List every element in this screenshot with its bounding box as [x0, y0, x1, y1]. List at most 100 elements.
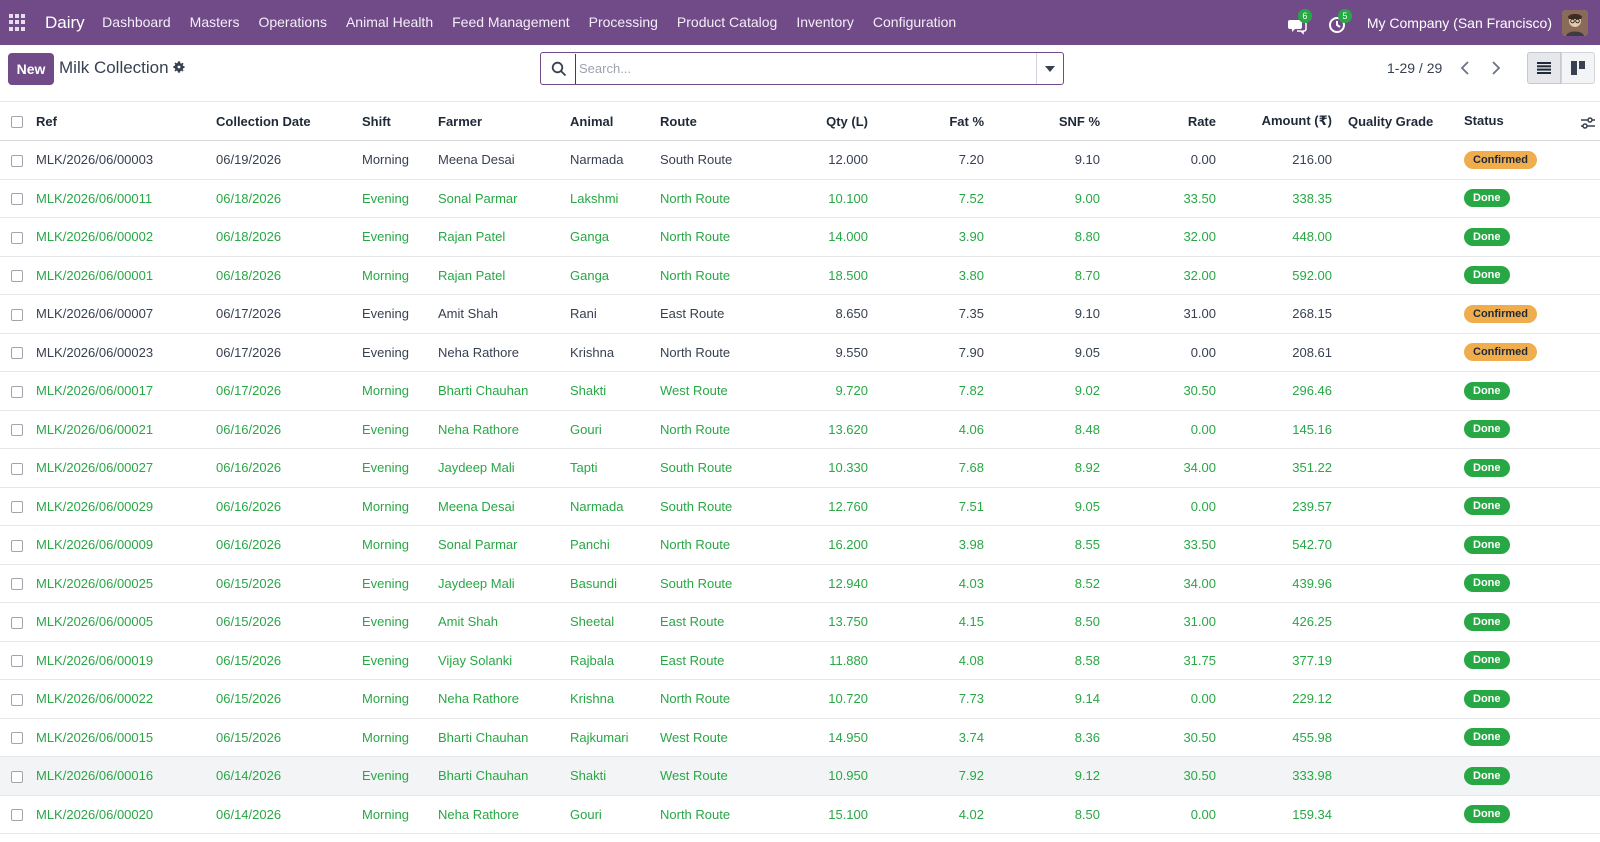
activities-button[interactable]: 5 — [1327, 8, 1352, 34]
app-brand[interactable]: Dairy — [45, 13, 85, 33]
farmer-cell[interactable]: Meena Desai — [430, 487, 562, 526]
snf-cell[interactable]: 9.10 — [992, 141, 1108, 180]
rate-cell[interactable]: 32.00 — [1108, 218, 1224, 257]
animal-cell[interactable]: Narmada — [562, 487, 652, 526]
quality-grade-cell[interactable] — [1340, 564, 1456, 603]
collection-date-cell[interactable]: 06/16/2026 — [208, 526, 354, 565]
menu-item-inventory[interactable]: Inventory — [787, 0, 864, 45]
farmer-cell[interactable]: Neha Rathore — [430, 410, 562, 449]
row-select-cell[interactable] — [0, 564, 28, 603]
rate-cell[interactable]: 0.00 — [1108, 487, 1224, 526]
rate-cell[interactable]: 31.75 — [1108, 641, 1224, 680]
animal-cell[interactable]: Gouri — [562, 410, 652, 449]
table-row[interactable]: MLK/2026/06/00016 06/14/2026 Evening Bharti… — [0, 756, 1600, 796]
quality-grade-cell[interactable] — [1340, 256, 1456, 295]
row-checkbox[interactable] — [11, 308, 23, 321]
animal-cell[interactable]: Rani — [562, 295, 652, 334]
animal-cell[interactable]: Ganga — [562, 218, 652, 257]
row-checkbox[interactable] — [11, 578, 23, 591]
table-row[interactable]: MLK/2026/06/00001 06/18/2026 Morning Rajan … — [0, 256, 1600, 295]
farmer-cell[interactable]: Bharti Chauhan — [430, 757, 562, 796]
quality-grade-cell[interactable] — [1340, 680, 1456, 719]
fat-cell[interactable]: 7.92 — [876, 757, 992, 796]
quality-grade-cell[interactable] — [1340, 410, 1456, 449]
table-row[interactable]: MLK/2026/06/00002 06/18/2026 Evening Rajan … — [0, 218, 1600, 257]
column-header-snf[interactable]: SNF % — [992, 102, 1108, 141]
animal-cell[interactable]: Sheetal — [562, 603, 652, 642]
ref-cell[interactable]: MLK/2026/06/00027 — [28, 449, 208, 488]
pager-next-button[interactable] — [1483, 53, 1509, 83]
rate-cell[interactable]: 30.50 — [1108, 718, 1224, 757]
animal-cell[interactable]: Panchi — [562, 526, 652, 565]
shift-cell[interactable]: Evening — [354, 179, 430, 218]
quality-grade-cell[interactable] — [1340, 795, 1456, 834]
menu-item-product-catalog[interactable]: Product Catalog — [667, 0, 786, 45]
quality-grade-cell[interactable] — [1340, 603, 1456, 642]
qty-cell[interactable]: 8.650 — [752, 295, 876, 334]
qty-cell[interactable]: 12.940 — [752, 564, 876, 603]
rate-cell[interactable]: 33.50 — [1108, 526, 1224, 565]
farmer-cell[interactable]: Jaydeep Mali — [430, 449, 562, 488]
new-button[interactable]: New — [8, 53, 54, 85]
row-select-cell[interactable] — [0, 641, 28, 680]
qty-cell[interactable]: 16.200 — [752, 526, 876, 565]
ref-cell[interactable]: MLK/2026/06/00005 — [28, 603, 208, 642]
amount-cell[interactable]: 377.19 — [1224, 641, 1340, 680]
snf-cell[interactable]: 8.50 — [992, 603, 1108, 642]
kanban-view-button[interactable] — [1561, 52, 1595, 84]
animal-cell[interactable]: Shakti — [562, 372, 652, 411]
status-cell[interactable]: Done — [1456, 680, 1590, 719]
amount-cell[interactable]: 159.34 — [1224, 795, 1340, 834]
table-row[interactable]: MLK/2026/06/00019 06/15/2026 Evening Vijay … — [0, 641, 1600, 680]
table-row[interactable]: MLK/2026/06/00015 06/15/2026 Morning Bharti… — [0, 718, 1600, 757]
rate-cell[interactable]: 0.00 — [1108, 333, 1224, 372]
farmer-cell[interactable]: Bharti Chauhan — [430, 372, 562, 411]
quality-grade-cell[interactable] — [1340, 526, 1456, 565]
table-row[interactable]: MLK/2026/06/00011 06/18/2026 Evening Sonal … — [0, 179, 1600, 218]
shift-cell[interactable]: Evening — [354, 564, 430, 603]
fat-cell[interactable]: 7.20 — [876, 141, 992, 180]
quality-grade-cell[interactable] — [1340, 487, 1456, 526]
ref-cell[interactable]: MLK/2026/06/00003 — [28, 141, 208, 180]
shift-cell[interactable]: Morning — [354, 256, 430, 295]
amount-cell[interactable]: 145.16 — [1224, 410, 1340, 449]
qty-cell[interactable]: 11.880 — [752, 641, 876, 680]
table-row[interactable]: MLK/2026/06/00009 06/16/2026 Morning Sonal … — [0, 526, 1600, 565]
snf-cell[interactable]: 9.05 — [992, 487, 1108, 526]
page-title[interactable]: Milk Collection — [59, 58, 169, 78]
table-row[interactable]: MLK/2026/06/00029 06/16/2026 Morning Meena … — [0, 487, 1600, 526]
qty-cell[interactable]: 14.950 — [752, 718, 876, 757]
ref-cell[interactable]: MLK/2026/06/00025 — [28, 564, 208, 603]
company-switcher[interactable]: My Company (San Francisco) — [1367, 15, 1552, 31]
row-checkbox[interactable] — [11, 193, 23, 206]
snf-cell[interactable]: 8.92 — [992, 449, 1108, 488]
row-select-cell[interactable] — [0, 333, 28, 372]
collection-date-cell[interactable]: 06/15/2026 — [208, 603, 354, 642]
status-cell[interactable]: Done — [1456, 795, 1590, 834]
shift-cell[interactable]: Evening — [354, 333, 430, 372]
animal-cell[interactable]: Krishna — [562, 333, 652, 372]
row-select-cell[interactable] — [0, 141, 28, 180]
messages-button[interactable]: 6 — [1287, 8, 1312, 35]
shift-cell[interactable]: Evening — [354, 449, 430, 488]
snf-cell[interactable]: 8.48 — [992, 410, 1108, 449]
apps-grid-icon[interactable] — [9, 13, 27, 32]
fat-cell[interactable]: 4.03 — [876, 564, 992, 603]
snf-cell[interactable]: 9.05 — [992, 333, 1108, 372]
route-cell[interactable]: North Route — [652, 256, 752, 295]
row-checkbox[interactable] — [11, 347, 23, 360]
column-header-collection-date[interactable]: Collection Date — [208, 102, 354, 141]
select-all-checkbox[interactable] — [11, 116, 23, 129]
row-select-cell[interactable] — [0, 526, 28, 565]
shift-cell[interactable]: Evening — [354, 410, 430, 449]
menu-item-processing[interactable]: Processing — [579, 0, 667, 45]
row-checkbox[interactable] — [11, 770, 23, 783]
snf-cell[interactable]: 9.14 — [992, 680, 1108, 719]
collection-date-cell[interactable]: 06/16/2026 — [208, 449, 354, 488]
rate-cell[interactable]: 34.00 — [1108, 564, 1224, 603]
pager-value[interactable]: 1-29 / 29 — [1387, 60, 1442, 76]
collection-date-cell[interactable]: 06/18/2026 — [208, 218, 354, 257]
ref-cell[interactable]: MLK/2026/06/00020 — [28, 795, 208, 834]
column-header-amount[interactable]: Amount (₹) — [1224, 102, 1340, 141]
quality-grade-cell[interactable] — [1340, 333, 1456, 372]
